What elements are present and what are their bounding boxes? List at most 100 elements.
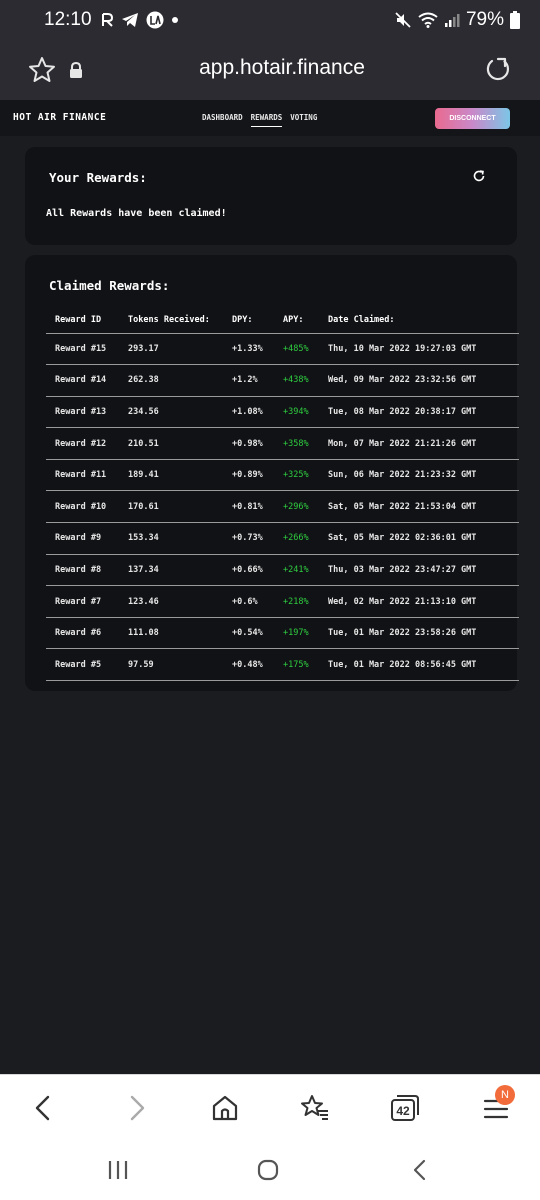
reload-icon[interactable] (484, 56, 512, 84)
dpy-cell: +0.6% (223, 585, 274, 618)
dpy-cell: +0.81% (223, 490, 274, 524)
reward-id-cell: Reward #11 (46, 459, 119, 492)
home-circle-icon[interactable] (254, 1156, 282, 1184)
date-cell: Wed, 02 Mar 2022 21:13:10 GMT (319, 585, 519, 618)
apy-cell: +438% (274, 364, 319, 397)
reward-id-cell: Reward #7 (46, 585, 119, 618)
table-row: Reward #9 153.34 +0.73% +266% Sat, 05 Mar 20… (46, 522, 519, 555)
apy-cell: +241% (274, 554, 319, 587)
status-time: 12:10 (44, 9, 92, 30)
table-header-row: Reward ID Tokens Received: DPY: APY: Dat… (46, 307, 519, 334)
battery-percent: 79% (465, 9, 504, 30)
system-nav-bar (0, 1140, 540, 1200)
back-icon[interactable] (28, 1092, 60, 1124)
date-cell: Mon, 07 Mar 2022 21:21:26 GMT (319, 427, 519, 460)
nav-rewards[interactable]: REWARDS (250, 113, 283, 127)
recent-apps-icon[interactable] (104, 1156, 132, 1184)
tokens-cell: 97.59 (119, 648, 223, 682)
browser-url-bar: app.hotair.finance (0, 40, 540, 100)
reward-id-cell: Reward #6 (46, 617, 119, 650)
apy-cell: +175% (274, 648, 319, 682)
date-cell: Sat, 05 Mar 2022 02:36:01 GMT (319, 522, 519, 555)
dpy-cell: +1.33% (223, 333, 274, 366)
date-cell: Tue, 08 Mar 2022 20:38:17 GMT (319, 396, 519, 429)
apy-cell: +394% (274, 396, 319, 429)
dpy-cell: +0.54% (223, 617, 274, 650)
table-body: Reward #15 293.17 +1.33% +485% Thu, 10 Mar 2… (46, 333, 519, 682)
r-app-icon (101, 13, 113, 27)
la-app-icon (146, 11, 164, 29)
home-icon[interactable] (209, 1092, 241, 1124)
tokens-cell: 210.51 (119, 427, 223, 460)
nav-dashboard[interactable]: DASHBOARD (202, 113, 243, 127)
reward-id-cell: Reward #14 (46, 364, 119, 397)
date-cell: Thu, 03 Mar 2022 23:47:27 GMT (319, 554, 519, 587)
site-nav-links: DASHBOARD REWARDS VOTING (202, 113, 317, 127)
tokens-cell: 153.34 (119, 522, 223, 555)
tokens-cell: 293.17 (119, 333, 223, 366)
claimed-rewards-card: Claimed Rewards: Reward ID Tokens Receiv… (25, 255, 519, 691)
telegram-icon (121, 13, 138, 27)
claimed-rewards-table: Reward ID Tokens Received: DPY: APY: Dat… (46, 307, 519, 682)
date-cell: Sun, 06 Mar 2022 21:23:32 GMT (319, 459, 519, 492)
browser-bottom-bar: 42 (0, 1074, 540, 1140)
dpy-cell: +1.08% (223, 396, 274, 429)
table-row: Reward #13 234.56 +1.08% +394% Tue, 08 Mar 2… (46, 396, 519, 429)
date-cell: Tue, 01 Mar 2022 08:56:45 GMT (319, 648, 519, 682)
bookmarks-icon[interactable] (299, 1092, 331, 1124)
apy-cell: +266% (274, 522, 319, 555)
dpy-cell: +0.66% (223, 554, 274, 587)
reward-id-cell: Reward #12 (46, 427, 119, 460)
reward-id-cell: Reward #13 (46, 396, 119, 429)
status-notification-icons (100, 11, 179, 29)
your-rewards-title: Your Rewards: (49, 170, 147, 185)
site-header: HOT AIR FINANCE DASHBOARD REWARDS VOTING… (0, 100, 540, 136)
tokens-cell: 137.34 (119, 554, 223, 587)
reward-id-cell: Reward #8 (46, 554, 119, 587)
dpy-cell: +0.48% (223, 648, 274, 682)
rewards-claimed-message: All Rewards have been claimed! (46, 208, 227, 219)
refresh-icon[interactable] (472, 169, 486, 183)
header-reward-id: Reward ID (46, 307, 119, 334)
dot-icon (171, 17, 178, 23)
date-cell: Tue, 01 Mar 2022 23:58:26 GMT (319, 617, 519, 650)
signal-icon (444, 14, 460, 27)
header-dpy: DPY: (223, 307, 274, 334)
tab-count: 42 (396, 1104, 410, 1118)
battery-icon (510, 11, 520, 29)
site-brand[interactable]: HOT AIR FINANCE (13, 112, 106, 123)
table-row: Reward #11 189.41 +0.89% +325% Sun, 06 Mar 2… (46, 459, 519, 492)
tokens-cell: 170.61 (119, 490, 223, 524)
header-date: Date Claimed: (319, 307, 519, 334)
table-row: Reward #15 293.17 +1.33% +485% Thu, 10 Mar 2… (46, 333, 519, 366)
header-tokens: Tokens Received: (119, 307, 223, 334)
apy-cell: +197% (274, 617, 319, 650)
date-cell: Sat, 05 Mar 2022 21:53:04 GMT (319, 490, 519, 524)
tokens-cell: 262.38 (119, 364, 223, 397)
apy-cell: +325% (274, 459, 319, 492)
dpy-cell: +1.2% (223, 364, 274, 397)
apy-cell: +218% (274, 585, 319, 618)
table-row: Reward #8 137.34 +0.66% +241% Thu, 03 Mar 20… (46, 554, 519, 587)
header-apy: APY: (274, 307, 319, 334)
apy-cell: +485% (274, 333, 319, 366)
claimed-rewards-title: Claimed Rewards: (49, 278, 170, 293)
nav-voting[interactable]: VOTING (290, 113, 317, 127)
system-back-icon[interactable] (406, 1156, 434, 1184)
apy-cell: +358% (274, 427, 319, 460)
apy-cell: +296% (274, 490, 319, 524)
table-row: Reward #14 262.38 +1.2% +438% Wed, 09 Mar 20… (46, 364, 519, 397)
table-row: Reward #7 123.46 +0.6% +218% Wed, 02 Mar 202… (46, 585, 519, 618)
forward-icon[interactable] (120, 1092, 152, 1124)
tabs-button[interactable]: 42 (389, 1092, 421, 1124)
wifi-icon (418, 12, 438, 28)
reward-id-cell: Reward #15 (46, 333, 119, 366)
disconnect-button[interactable]: DISCONNECT (435, 108, 510, 129)
status-bar: 12:10 79% (0, 0, 540, 40)
dpy-cell: +0.89% (223, 459, 274, 492)
table-row: Reward #6 111.08 +0.54% +197% Tue, 01 Mar 20… (46, 617, 519, 650)
table-row: Reward #5 97.59 +0.48% +175% Tue, 01 Mar 202… (46, 648, 519, 682)
dpy-cell: +0.73% (223, 522, 274, 555)
url-text[interactable]: app.hotair.finance (0, 56, 540, 80)
tokens-cell: 234.56 (119, 396, 223, 429)
